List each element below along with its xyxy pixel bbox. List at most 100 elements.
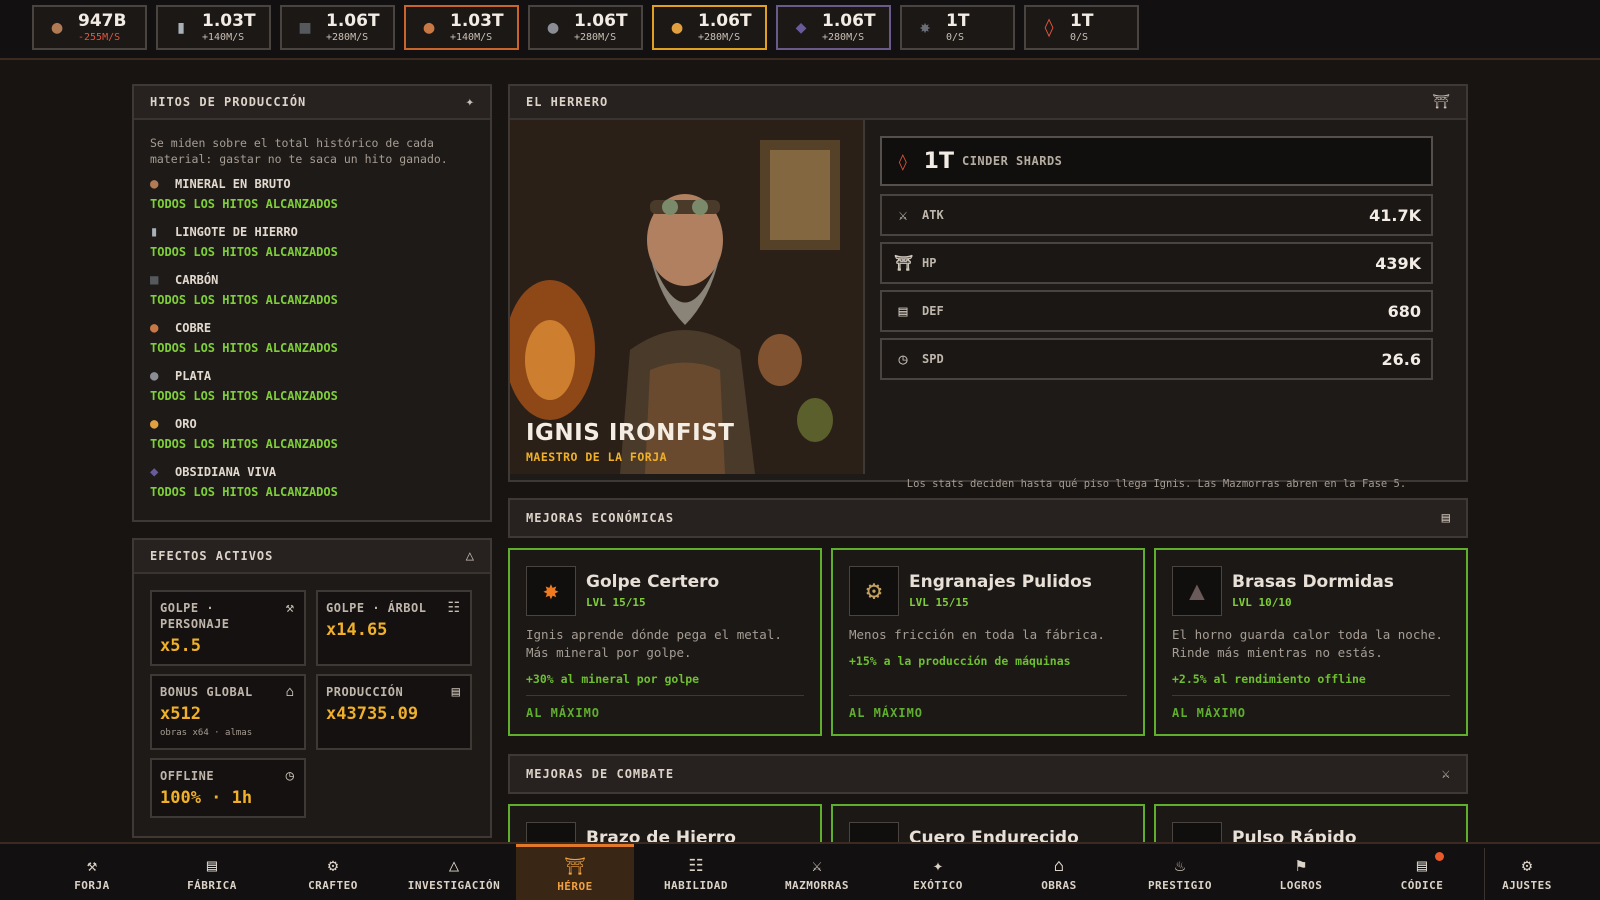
effect-tile-hit-tree: GOLPE · ÁRBOL x14.65 ☷: [316, 590, 472, 666]
upgrade-card-golpe-certero[interactable]: ✸ Golpe Certero LVL 15/15 Ignis aprende …: [508, 548, 822, 736]
copper-icon: ●: [423, 17, 435, 38]
milestone-name: LINGOTE DE HIERRO: [175, 225, 298, 239]
gold-icon: ●: [150, 416, 159, 432]
resource-amount: 1.06T: [326, 10, 380, 31]
combat-header-bar: MEJORAS DE COMBATE ⚔: [510, 756, 1466, 792]
milestone-status: TODOS LOS HITOS ALCANZADOS: [150, 293, 338, 307]
stat-value: 26.6: [1381, 349, 1421, 369]
tab-fabrica[interactable]: ▤ FÁBRICA: [153, 844, 271, 900]
milestone-name: COBRE: [175, 321, 212, 335]
spark-icon: ✸: [526, 566, 576, 616]
tab-mazmorras[interactable]: ⚔ MAZMORRAS: [758, 844, 876, 900]
resource-copper[interactable]: ● 1.03T +140M/S: [404, 5, 519, 50]
tab-prestigio[interactable]: ♨ PRESTIGIO: [1121, 844, 1239, 900]
upgrade-level: LVL 10/10: [1232, 596, 1292, 609]
stat-value: 439K: [1375, 253, 1421, 273]
tab-investigacion[interactable]: △ INVESTIGACIÓN: [395, 844, 513, 900]
milestone-item: ▮ LINGOTE DE HIERRO TODOS LOS HITOS ALCAN…: [134, 221, 490, 269]
upgrade-description: El horno guarda calor toda la noche. Rin…: [1172, 627, 1443, 660]
sparkle-icon: ✦: [465, 94, 474, 110]
resource-gold[interactable]: ● 1.06T +280M/S: [652, 5, 767, 50]
resource-rate: +140M/S: [450, 31, 493, 43]
factory-icon: ▤: [451, 684, 460, 700]
milestone-name: ORO: [175, 417, 197, 431]
combat-upgrades-header: MEJORAS DE COMBATE ⚔: [508, 754, 1468, 794]
resource-cinder-shard[interactable]: ◊ 1T 0/S: [1024, 5, 1139, 50]
resource-obsidian[interactable]: ◆ 1.06T +280M/S: [776, 5, 891, 50]
milestones-panel: HITOS DE PRODUCCIÓN ✦ Se miden sobre el …: [132, 84, 492, 522]
effect-label: GOLPE · ÁRBOL: [326, 601, 427, 615]
tab-forja[interactable]: ⚒ FORJA: [33, 844, 151, 900]
resource-rate: +280M/S: [574, 31, 617, 43]
milestone-item: ◆ OBSIDIANA VIVA TODOS LOS HITOS ALCANZAD…: [134, 461, 490, 509]
flag-icon: ⚑: [1295, 855, 1307, 876]
tab-crafteo[interactable]: ⚙ CRAFTEO: [274, 844, 392, 900]
pulse-icon: [1172, 822, 1222, 844]
effect-label: BONUS GLOBAL: [160, 685, 253, 699]
upgrade-card-brasas-dormidas[interactable]: ▲ Brasas Dormidas LVL 10/10 El horno gua…: [1154, 548, 1468, 736]
effect-tile-hit-character: GOLPE · PERSONAJE x5.5 ⚒: [150, 590, 306, 666]
resource-gear-shard[interactable]: ✸ 1T 0/S: [900, 5, 1015, 50]
tab-label: PRESTIGIO: [1147, 878, 1213, 892]
iron-ingot-icon: ▮: [150, 224, 159, 240]
hero-name: IGNIS IRONFIST: [526, 420, 735, 446]
sparkle-icon: ✦: [932, 855, 944, 876]
tab-label: EXÓTICO: [913, 878, 963, 892]
tab-habilidad[interactable]: ☷ HABILIDAD: [637, 844, 755, 900]
resource-iron-ingot[interactable]: ▮ 1.03T +140M/S: [156, 5, 271, 50]
upgrade-level: LVL 15/15: [909, 596, 969, 609]
tree-icon: ☷: [447, 600, 460, 616]
tab-codice[interactable]: ▤ CÓDICE: [1363, 844, 1481, 900]
arm-icon: [526, 822, 576, 844]
upgrade-card-cuero-endurecido[interactable]: Cuero Endurecido: [831, 804, 1145, 844]
silver-icon: ●: [547, 17, 559, 38]
resource-silver[interactable]: ● 1.06T +280M/S: [528, 5, 643, 50]
tab-label: FÁBRICA: [187, 878, 237, 892]
notification-dot: [1435, 852, 1444, 861]
cinder-shard-icon: ◊: [1043, 17, 1055, 38]
resource-amount: 1.03T: [202, 10, 256, 31]
resource-raw-ore[interactable]: ● 947B -255M/S: [32, 5, 147, 50]
resource-amount: 1T: [1070, 10, 1094, 31]
swords-icon: ⚔: [1441, 766, 1450, 782]
panel-title: EFECTOS ACTIVOS: [150, 549, 274, 563]
resource-bar: ● 947B -255M/S ▮ 1.03T +140M/S ■ 1.06T +280…: [0, 0, 1600, 60]
resource-coal[interactable]: ■ 1.06T +280M/S: [280, 5, 395, 50]
milestone-name: MINERAL EN BRUTO: [175, 177, 291, 191]
stat-key: ATK: [922, 208, 944, 222]
tab-label: CRAFTEO: [308, 878, 358, 892]
divider: [849, 695, 1127, 696]
swords-icon: ⚔: [898, 206, 908, 224]
tab-heroe[interactable]: ⛩ HÉROE: [516, 844, 634, 900]
flask-icon: △: [448, 855, 460, 876]
upgrade-level: LVL 15/15: [586, 596, 646, 609]
factory-icon: ▤: [206, 855, 218, 876]
hammer-icon: ⚒: [86, 855, 98, 876]
building-icon: ⌂: [1053, 855, 1065, 876]
tab-ajustes[interactable]: ⚙ AJUSTES: [1468, 844, 1586, 900]
milestone-item: ● ORO TODOS LOS HITOS ALCANZADOS: [134, 413, 490, 461]
milestone-status: TODOS LOS HITOS ALCANZADOS: [150, 197, 338, 211]
tab-obras[interactable]: ⌂ OBRAS: [1000, 844, 1118, 900]
milestone-name: PLATA: [175, 369, 212, 383]
resource-amount: 1.06T: [574, 10, 628, 31]
upgrade-card-pulso-rapido[interactable]: Pulso Rápido: [1154, 804, 1468, 844]
factory-icon: ▤: [1441, 510, 1450, 526]
upgrade-effect: +30% al mineral por golpe: [526, 672, 700, 686]
iron-ingot-icon: ▮: [175, 17, 187, 38]
upgrade-card-brazo-de-hierro[interactable]: Brazo de Hierro: [508, 804, 822, 844]
hero-portrait: IGNIS IRONFIST MAESTRO DE LA FORJA: [510, 120, 865, 474]
gear-icon: ⚙: [849, 566, 899, 616]
tab-logros[interactable]: ⚑ LOGROS: [1242, 844, 1360, 900]
upgrade-card-engranajes-pulidos[interactable]: ⚙ Engranajes Pulidos LVL 15/15 Menos fri…: [831, 548, 1145, 736]
upgrade-state: AL MÁXIMO: [526, 706, 601, 720]
hammer-icon: ⚒: [285, 600, 294, 616]
divider: [526, 695, 804, 696]
effects-header: EFECTOS ACTIVOS △: [134, 540, 490, 574]
upgrade-name: Brasas Dormidas: [1232, 572, 1394, 592]
coal-icon: ■: [299, 17, 311, 38]
tab-exotico[interactable]: ✦ EXÓTICO: [879, 844, 997, 900]
panel-title: HITOS DE PRODUCCIÓN: [150, 95, 307, 109]
silver-icon: ●: [150, 368, 159, 384]
tab-label: FORJA: [74, 878, 110, 892]
